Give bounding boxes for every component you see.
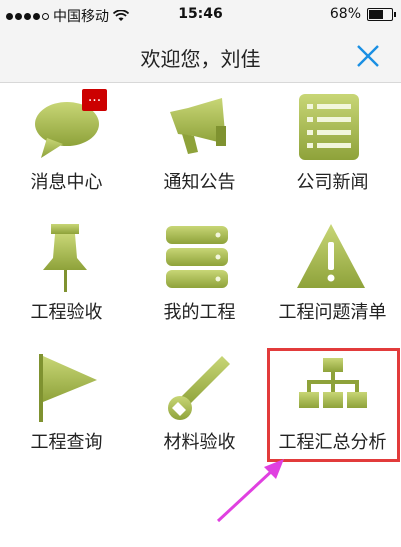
menu-item-issue-list[interactable]: 工程问题清单: [266, 212, 399, 337]
menu-item-label: 工程查询: [30, 432, 103, 453]
status-bar: 中国移动 15:46 68%: [0, 0, 401, 30]
list-document-icon: [299, 94, 359, 160]
menu-item-material-acceptance[interactable]: 材料验收: [133, 342, 266, 467]
navigation-bar: 欢迎您，刘佳: [0, 30, 401, 83]
menu-item-notices[interactable]: 通知公告: [133, 82, 266, 207]
menu-item-company-news[interactable]: 公司新闻: [266, 82, 399, 207]
warning-triangle-icon: [297, 224, 365, 288]
pointer-arrow-icon: [216, 459, 284, 523]
menu-item-label: 我的工程: [163, 302, 236, 323]
menu-item-label: 工程问题清单: [278, 302, 387, 323]
close-icon[interactable]: [355, 43, 381, 69]
megaphone-icon: [170, 98, 226, 154]
menu-item-label: 公司新闻: [296, 172, 369, 193]
highlight-box: [267, 348, 400, 462]
battery-percent: 68%: [329, 6, 361, 22]
menu-item-project-acceptance[interactable]: 工程验收: [0, 212, 133, 337]
menu-item-label: 材料验收: [163, 432, 236, 453]
menu-item-project-query[interactable]: 工程查询: [0, 342, 133, 467]
flag-icon: [39, 354, 97, 422]
menu-item-label: 通知公告: [163, 172, 236, 193]
menu-item-label: 消息中心: [30, 172, 103, 193]
pushpin-icon: [43, 224, 87, 292]
menu-item-my-projects[interactable]: 我的工程: [133, 212, 266, 337]
notification-badge: ...: [82, 89, 107, 111]
page-title: 欢迎您，刘佳: [140, 47, 261, 71]
wrench-icon: [168, 356, 230, 420]
database-stack-icon: [166, 226, 228, 288]
battery-area: 68%: [329, 6, 396, 22]
menu-item-message-center[interactable]: ... 消息中心: [0, 82, 133, 207]
battery-icon: [367, 7, 396, 21]
menu-item-label: 工程验收: [30, 302, 103, 323]
